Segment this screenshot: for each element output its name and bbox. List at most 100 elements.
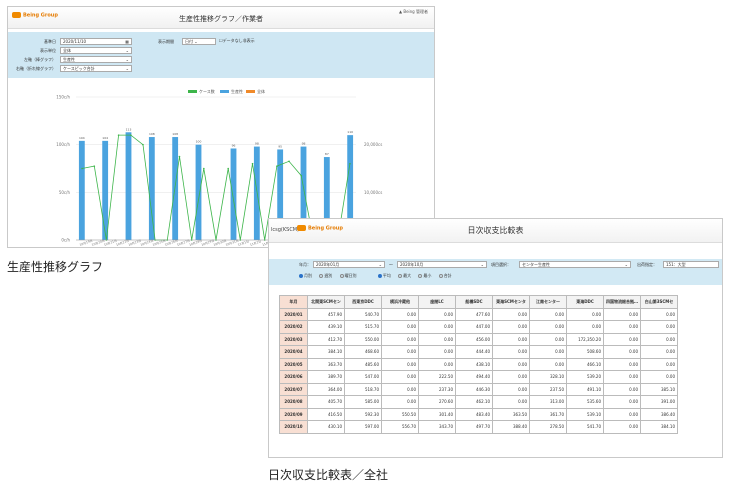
column-header[interactable]: 江南センター — [529, 295, 567, 309]
to-month-select[interactable]: 2020年10月 ⌄ — [397, 261, 487, 268]
app-header: lcsg(KSCM) Being Group 日次収支比較表 — [269, 219, 722, 243]
legend-label: 全体 — [257, 88, 265, 94]
table-cell: 547.00 — [344, 370, 382, 384]
table-cell: 0.00 — [418, 357, 456, 371]
table-cell: 0.00 — [418, 307, 456, 321]
table-body: 2020/01 457.90 540.70 0.00 0.00 477.60 0.00 0.0… — [279, 307, 678, 434]
table-cell: 0.00 — [381, 382, 419, 396]
table-cell: 597.00 — [344, 420, 382, 434]
user-menu[interactable]: ▲ Being 管理者 — [399, 9, 428, 15]
radio-dot — [438, 274, 443, 278]
table-cell: 0.00 — [603, 320, 641, 334]
row-month-cell: 2020/04 — [279, 345, 308, 359]
table-row: 2020/07 364.00 518.70 0.00 237.30 446.30 0.00 2… — [279, 382, 678, 396]
bar-value-label: 98 — [255, 142, 259, 146]
legend-label: ケース数 — [199, 88, 215, 94]
base-date-value: 2020/11/10 — [63, 39, 87, 44]
y-right-tick-label: 10,000cs — [364, 190, 382, 195]
bar — [102, 140, 109, 240]
table-cell: 477.60 — [455, 307, 493, 321]
span-select[interactable]: 日付 ⌄ — [182, 38, 216, 45]
unit-label: 表示単位 — [40, 48, 56, 53]
chevron-down-icon: ⌄ — [125, 57, 129, 62]
column-header[interactable]: 北関東SCMセン — [307, 295, 345, 309]
table-cell: 301.40 — [418, 407, 456, 421]
table-cell: 313.00 — [529, 395, 567, 409]
table-cell: 0.00 — [603, 370, 641, 384]
row-month-cell: 2020/09 — [279, 407, 308, 421]
chevron-down-icon: ⌄ — [125, 66, 129, 71]
radio-weekly[interactable]: 週別 — [319, 273, 332, 279]
table-cell: 0.00 — [492, 382, 530, 396]
column-header[interactable]: 四国物流総合拠… — [603, 295, 641, 309]
table-cell: 0.00 — [381, 320, 419, 334]
hide-empty-checkbox[interactable]: ☐データなし非表示 — [219, 38, 255, 44]
column-header[interactable]: 船橋SDC — [455, 295, 493, 309]
range-separator: ～ — [389, 262, 393, 267]
bar-value-label: 98 — [302, 142, 306, 146]
radio-label: 週別 — [324, 273, 333, 278]
size-select[interactable]: 151：大型 — [663, 261, 719, 268]
table-row: 2020/04 384.10 468.60 0.00 0.00 444.40 0.00 0.0… — [279, 345, 678, 359]
table-row: 2020/06 389.70 547.00 0.00 222.50 494.40 0.00 3… — [279, 370, 678, 384]
column-header[interactable]: 東海DDC — [566, 295, 604, 309]
table-cell: 405.70 — [307, 395, 345, 409]
bar — [78, 140, 85, 240]
table-cell: 444.40 — [455, 345, 493, 359]
column-header[interactable]: 年月 — [279, 295, 308, 309]
table-cell: 0.00 — [418, 345, 456, 359]
table-cell: 270.60 — [418, 395, 456, 409]
table-header-row: 年月 北関東SCMセン 西東京DDC 横浜冷蔵他 座間LC 船橋SDC 東海SCMセンタ 江南… — [279, 295, 678, 309]
radio-total[interactable]: 合計 — [438, 273, 452, 279]
column-header[interactable]: 西東京DDC — [344, 295, 382, 309]
calendar-icon[interactable]: ▦ — [125, 39, 129, 44]
left-axis-label: 左軸（棒グラフ） — [24, 57, 56, 62]
left-axis-value: 生産性 — [63, 57, 75, 62]
bar — [125, 132, 132, 240]
table-cell: 391.00 — [640, 395, 678, 409]
table-cell: 447.00 — [455, 320, 493, 334]
from-month-value: 2020年01月 — [316, 262, 340, 267]
column-header[interactable]: 白山第3SCMセ — [640, 295, 678, 309]
column-header[interactable]: 東海SCMセンタ — [492, 295, 530, 309]
column-header[interactable]: 座間LC — [418, 295, 456, 309]
radio-max[interactable]: 最大 — [398, 273, 411, 279]
table-cell: 0.00 — [603, 407, 641, 421]
table-cell: 0.00 — [381, 332, 419, 346]
left-axis-select[interactable]: 生産性 ⌄ — [60, 56, 132, 63]
line-point — [142, 143, 144, 146]
radio-monthly[interactable]: 月別 — [299, 273, 312, 279]
size-label: 出荷指定： — [637, 262, 657, 267]
category-select[interactable]: センター生産性 ⌄ — [519, 261, 631, 268]
row-month-cell: 2020/08 — [279, 395, 308, 409]
radio-label: 最大 — [403, 273, 412, 278]
radio-weekday[interactable]: 曜日別 — [339, 273, 357, 279]
table-cell: 494.40 — [455, 370, 493, 384]
bar-value-label: 96 — [232, 143, 236, 147]
size-value: 151：大型 — [666, 262, 686, 267]
radio-average[interactable]: 平均 — [377, 273, 391, 279]
line-point — [251, 162, 254, 165]
table-cell: 389.70 — [307, 370, 345, 384]
filter-panel: 基準日 2020/11/10 ▦ 表示単位 全体 ⌄ 左軸（棒グラフ） 生産性 ⌄ 右… — [8, 32, 434, 78]
table-row: 2020/10 430.10 597.00 556.70 343.70 497.70 388… — [279, 420, 678, 434]
table-cell: 0.00 — [529, 320, 567, 334]
table-cell: 541.70 — [566, 420, 604, 434]
unit-select[interactable]: 全体 ⌄ — [60, 47, 132, 54]
radio-dot — [377, 274, 382, 278]
table-cell: 556.70 — [381, 420, 419, 434]
column-header[interactable]: 横浜冷蔵他 — [381, 295, 419, 309]
base-date-label: 基準日 — [44, 39, 56, 44]
y-left-tick-label: 150c/h — [56, 95, 70, 100]
table-cell: 363.70 — [307, 357, 345, 371]
radio-min[interactable]: 最小 — [418, 273, 431, 279]
right-axis-select[interactable]: ケースピック合計 ⌄ — [60, 65, 132, 72]
from-month-select[interactable]: 2020年01月 ⌄ — [313, 261, 385, 268]
table-cell: 0.00 — [492, 357, 530, 371]
base-date-input[interactable]: 2020/11/10 ▦ — [60, 38, 132, 45]
table-cell: 412.70 — [307, 332, 345, 346]
radio-label: 平均 — [382, 273, 391, 278]
table-cell: 237.30 — [418, 382, 456, 396]
year-month-label: 年月： — [299, 262, 311, 267]
table-row: 2020/05 363.70 485.60 0.00 0.00 438.10 0.00 0.0… — [279, 357, 678, 371]
